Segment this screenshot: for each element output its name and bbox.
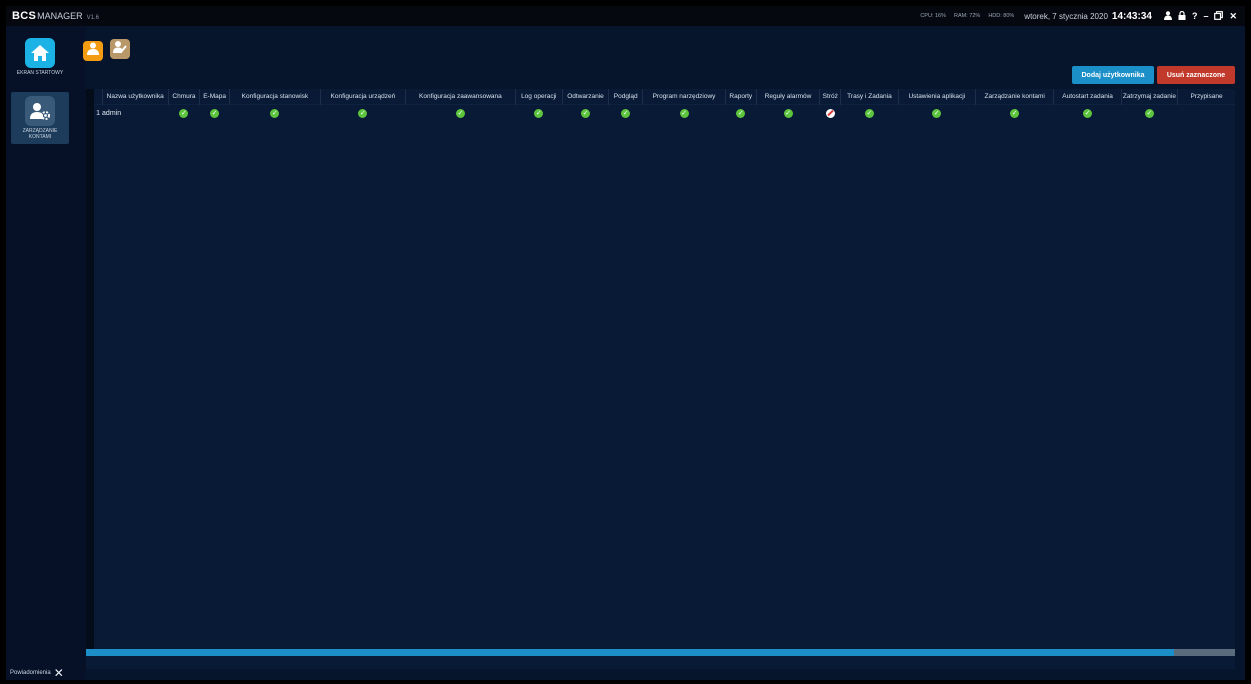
sidebar: EKRAN STARTOWY ZARZĄDZANIE KONTAMI: [6, 26, 86, 680]
column-header[interactable]: Log operacji: [515, 89, 563, 105]
username-cell: admin: [102, 104, 169, 121]
check-circle-icon: ✓: [534, 108, 544, 118]
brand-manager: MANAGER: [37, 11, 83, 21]
check-circle-icon: ✓: [932, 108, 942, 118]
permission-cell[interactable]: ✓: [725, 104, 757, 121]
user-settings-icon: [25, 96, 55, 126]
permission-cell[interactable]: ✓: [642, 104, 726, 121]
column-header[interactable]: Program narzędziowy: [642, 89, 726, 105]
column-header[interactable]: Raporty: [725, 89, 757, 105]
permission-cell[interactable]: ✓: [229, 104, 321, 121]
permission-cell[interactable]: ✓: [405, 104, 516, 121]
permission-cell[interactable]: ✓: [562, 104, 609, 121]
permission-cell[interactable]: ✓: [608, 104, 643, 121]
check-circle-icon: ✓: [270, 108, 280, 118]
system-status: CPU: 16% RAM: 72% HDD: 80% wtorek, 7 sty…: [920, 6, 1237, 26]
column-header[interactable]: Reguły alarmów: [756, 89, 821, 105]
users-table: Nazwa użytkownika Chmura E-Mapa Konfigur…: [94, 89, 1235, 121]
check-circle-icon: ✓: [581, 108, 590, 118]
user-profile-button[interactable]: [83, 41, 103, 61]
restore-icon[interactable]: [1214, 10, 1224, 22]
scrollbar-thumb[interactable]: [86, 649, 1174, 656]
column-header[interactable]: Trasy i Zadania: [840, 89, 899, 105]
scrollbar-track-end: [1174, 649, 1235, 656]
column-header[interactable]: Stróż: [819, 89, 842, 105]
permission-cell[interactable]: ✓: [975, 104, 1054, 121]
check-circle-icon: ✓: [1010, 108, 1020, 118]
permission-cell[interactable]: ✓: [199, 104, 230, 121]
home-icon: [25, 38, 55, 68]
check-circle-icon: ✓: [210, 108, 220, 118]
row-index: 1: [94, 104, 103, 121]
permission-cell[interactable]: ✓: [515, 104, 563, 121]
help-icon[interactable]: ?: [1192, 11, 1198, 21]
column-header[interactable]: Autostart zadania: [1053, 89, 1122, 105]
close-icon[interactable]: ✕: [1229, 11, 1237, 22]
permission-cell[interactable]: ✓: [168, 104, 200, 121]
check-circle-icon: ✓: [736, 108, 746, 118]
column-header-index: [94, 89, 103, 105]
current-time: 14:43:34: [1111, 10, 1152, 22]
title-bar: BCS MANAGER V1.6 CPU: 16% RAM: 72% HDD: …: [6, 6, 1245, 26]
current-date: wtorek, 7 stycznia 2020: [1024, 11, 1108, 21]
column-header[interactable]: Nazwa użytkownika: [102, 89, 169, 105]
user-edit-icon: [113, 40, 127, 59]
permission-cell[interactable]: ✓: [756, 104, 820, 121]
table-header-row: Nazwa użytkownika Chmura E-Mapa Konfigur…: [94, 89, 1235, 105]
sidebar-item-label: ZARZĄDZANIE KONTAMI: [22, 128, 58, 140]
add-user-button[interactable]: Dodaj użytkownika: [1072, 66, 1154, 84]
permission-cell[interactable]: ✓: [898, 104, 976, 121]
permission-cell[interactable]: ✓: [840, 104, 899, 121]
permission-cell[interactable]: [819, 104, 841, 121]
brand-bcs: BCS: [12, 10, 37, 22]
check-circle-icon: ✓: [1083, 108, 1093, 118]
column-header[interactable]: Zarządzanie kontami: [975, 89, 1055, 105]
check-circle-icon: ✓: [783, 108, 793, 118]
check-circle-icon: ✓: [621, 108, 631, 118]
app-logo: BCS MANAGER V1.6: [12, 10, 99, 22]
table-body: 1 admin ✓ ✓ ✓ ✓ ✓ ✓ ✓ ✓ ✓ ✓ ✓ ✓ ✓ ✓ ✓ ✓: [94, 104, 1235, 121]
column-header[interactable]: Przypisane: [1178, 89, 1235, 105]
horizontal-scrollbar[interactable]: [86, 649, 1235, 656]
check-circle-icon: ✓: [179, 108, 189, 118]
column-header[interactable]: Ustawienia aplikacji: [898, 89, 977, 105]
column-header[interactable]: Chmura: [168, 89, 201, 105]
check-circle-icon: ✓: [358, 108, 368, 118]
check-circle-icon: ✓: [1144, 108, 1154, 118]
column-header[interactable]: Konfiguracja stanowisk: [229, 89, 321, 105]
column-header[interactable]: E-Mapa: [199, 89, 231, 105]
user-icon: [87, 42, 99, 60]
user-permissions-button[interactable]: [110, 39, 130, 59]
sidebar-item-account-management[interactable]: ZARZĄDZANIE KONTAMI: [11, 92, 69, 144]
ram-usage: RAM: 72%: [954, 13, 981, 19]
permission-cell[interactable]: ✓: [1121, 104, 1178, 121]
column-header[interactable]: Konfiguracja zaawansowana: [405, 89, 516, 105]
table-row[interactable]: 1 admin ✓ ✓ ✓ ✓ ✓ ✓ ✓ ✓ ✓ ✓ ✓ ✓ ✓ ✓ ✓ ✓: [94, 104, 1235, 121]
check-circle-icon: ✓: [679, 108, 689, 118]
hdd-usage: HDD: 80%: [988, 13, 1015, 19]
app-window: BCS MANAGER V1.6 CPU: 16% RAM: 72% HDD: …: [6, 6, 1245, 680]
permission-cell[interactable]: ✓: [1053, 104, 1122, 121]
column-header[interactable]: Zatrzymaj zadanie: [1121, 89, 1179, 105]
delete-selected-button[interactable]: Usuń zaznaczone: [1157, 66, 1235, 84]
check-circle-icon: ✓: [864, 108, 874, 118]
minimize-icon[interactable]: –: [1203, 11, 1208, 21]
cpu-usage: CPU: 16%: [920, 13, 947, 19]
column-header[interactable]: Podgląd: [608, 89, 644, 105]
permission-cell[interactable]: [1177, 104, 1235, 121]
check-circle-icon: ✓: [455, 108, 465, 118]
close-icon[interactable]: ✕: [54, 667, 64, 679]
column-header[interactable]: Konfiguracja urządzeń: [320, 89, 407, 105]
sidebar-item-home[interactable]: EKRAN STARTOWY: [11, 34, 69, 86]
app-version: V1.6: [86, 15, 99, 21]
column-header[interactable]: Odtwarzanie: [562, 89, 610, 105]
users-table-panel: Nazwa użytkownika Chmura E-Mapa Konfigur…: [86, 89, 1235, 669]
notifications-label: Powiadomienia: [10, 670, 51, 676]
user-icon[interactable]: [1163, 10, 1172, 22]
denied-icon: [825, 108, 835, 118]
lock-icon[interactable]: [1178, 10, 1186, 22]
sidebar-item-label: EKRAN STARTOWY: [16, 70, 64, 76]
notifications-toggle[interactable]: Powiadomienia ✕: [10, 666, 64, 680]
permission-cell[interactable]: ✓: [320, 104, 406, 121]
